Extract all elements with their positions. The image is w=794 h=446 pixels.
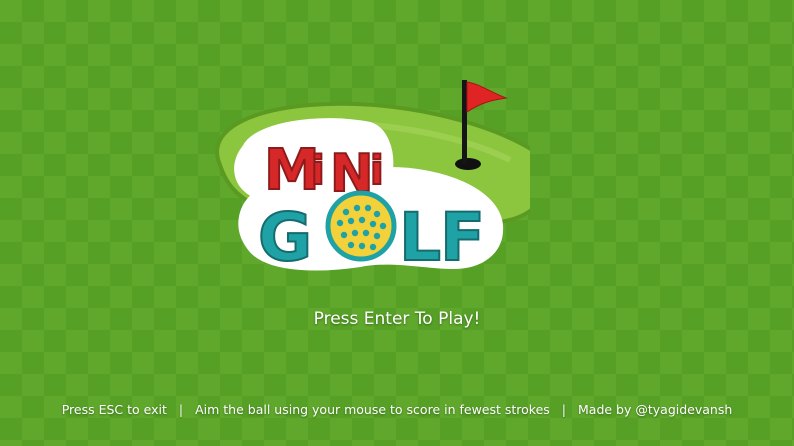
logo-letter-g: G (258, 199, 312, 276)
credit-text: Made by @tyagidevansh (578, 402, 733, 417)
logo-letter-i1: i (311, 148, 325, 194)
exit-hint: Press ESC to exit (61, 402, 167, 417)
logo-letter-i2: i (370, 148, 384, 194)
instructions-text: Aim the ball using your mouse to score i… (195, 402, 550, 417)
footer-separator: | (561, 402, 567, 417)
title-screen[interactable]: M i N i G L F Press Enter To Play! Press… (0, 0, 794, 446)
golf-hole-icon (455, 158, 481, 170)
logo-letter-l: L (399, 199, 441, 276)
press-enter-prompt[interactable]: Press Enter To Play! (0, 309, 794, 329)
mini-golf-logo: M i N i G L F (215, 80, 530, 277)
footer-separator: | (178, 402, 184, 417)
logo-letter-f: F (440, 199, 485, 276)
footer-bar: Press ESC to exit | Aim the ball using y… (0, 402, 794, 417)
golf-ball-icon (325, 190, 397, 262)
